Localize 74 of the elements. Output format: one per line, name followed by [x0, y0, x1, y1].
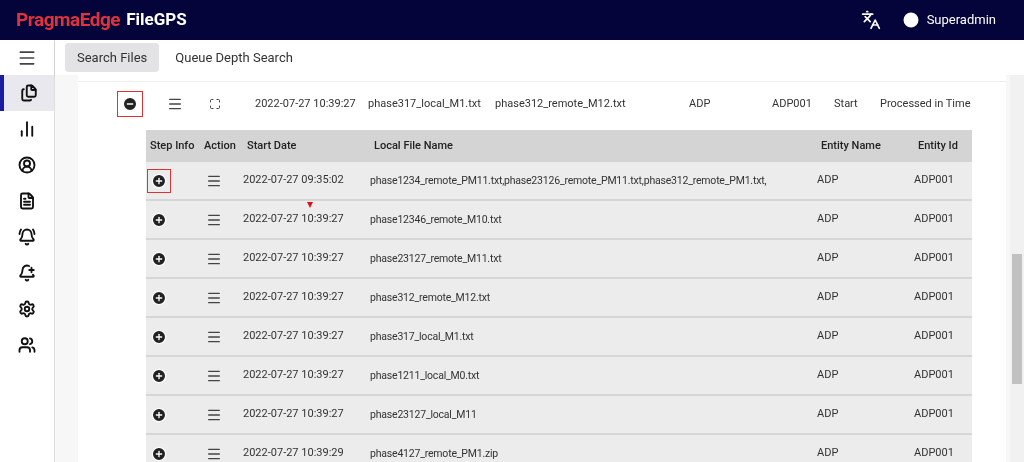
table-cell-text: phase317_local_M1.txt [368, 95, 482, 112]
table-cell-text: phase312_remote_M12.txt [495, 95, 627, 112]
column-header: Step Info [149, 137, 196, 154]
brand-logo: PragmaEdge [16, 6, 121, 33]
plus-circle-icon [151, 328, 167, 345]
bell-plus-icon [18, 264, 36, 282]
table-cell-text: phase312_remote_M12.txt [370, 289, 491, 306]
document-icon [18, 192, 36, 210]
table-cell-text: ADP001 [914, 289, 955, 306]
plus-circle-icon [151, 367, 167, 384]
table-cell-text: phase1234_remote_PM11.txt,phase23126_remote_PM11.txt,phase312_remote_PM1.txt, [370, 172, 768, 189]
table-cell-text: ADP001 [914, 211, 955, 228]
column-header: Action [203, 137, 237, 154]
table-cell: 2022-07-27 10:39:27 [243, 212, 344, 226]
files-icon [20, 84, 38, 102]
table-cell: 2022-07-27 10:39:27 [243, 329, 344, 343]
table-cell: 2022-07-27 10:39:27 [243, 368, 344, 382]
plus-circle-icon [151, 406, 167, 423]
plus-circle-icon [151, 172, 167, 189]
table-cell-text: ADP [817, 172, 840, 189]
table-cell-text: phase23127_local_M11 [370, 406, 478, 423]
tab[interactable]: Search Files [65, 43, 160, 72]
plus-circle-icon [151, 250, 167, 267]
table-cell-text: Start [834, 95, 859, 112]
translate-icon[interactable] [860, 10, 881, 30]
table-cell-text: ADP [689, 95, 712, 112]
expand-row-button[interactable] [147, 168, 171, 193]
table-cell-text: ADP001 [914, 250, 955, 267]
table-cell-text: ADP [817, 445, 840, 462]
plus-circle-icon [151, 445, 167, 462]
pointer-icon [307, 202, 313, 209]
table-cell-text: phase4127_remote_PM1.zip [370, 445, 499, 462]
table-cell-text: 2022-07-27 10:39:27 [255, 95, 357, 112]
expand-icon[interactable] [209, 98, 221, 110]
table-cell: 2022-07-27 10:39:27 [243, 251, 344, 265]
column-header: Start Date [246, 137, 298, 154]
plus-circle-icon [151, 211, 167, 228]
table-cell-text: ADP [817, 406, 840, 423]
table-cell-text: phase1211_local_M0.txt [370, 367, 481, 384]
table-cell-text: ADP [817, 289, 840, 306]
table-cell: 2022-07-27 10:39:27 [243, 290, 344, 304]
table-cell-text: ADP [817, 211, 840, 228]
settings-icon [18, 300, 36, 318]
collapse-button[interactable] [116, 91, 143, 117]
table-cell-text: ADP001 [914, 445, 955, 462]
product-name: FileGPS [126, 8, 187, 32]
table-cell-text: ADP [817, 328, 840, 345]
table-cell-text: phase23127_remote_M11.txt [370, 250, 503, 267]
table-cell-text: ADP [817, 367, 840, 384]
table-cell-text: Processed in Time [880, 95, 971, 112]
table-cell-text: phase317_local_M1.txt [370, 328, 475, 345]
scrollbar[interactable] [1010, 75, 1024, 462]
table-cell-text: ADP001 [914, 367, 955, 384]
plus-circle-icon [151, 289, 167, 306]
table-cell: 2022-07-27 09:35:02 [243, 173, 344, 187]
user-menu[interactable]: Superadmin [900, 10, 996, 30]
sidebar-item[interactable] [0, 75, 54, 111]
bar-chart-icon [18, 120, 36, 138]
table-cell: 2022-07-27 10:39:29 [243, 446, 344, 460]
minus-circle-icon [121, 96, 138, 112]
table-cell-text: ADP001 [772, 95, 813, 112]
tab[interactable]: Queue Depth Search [163, 43, 305, 72]
bell-icon [18, 228, 36, 246]
column-header: Entity Name [820, 137, 882, 154]
column-header: Local File Name [373, 137, 454, 154]
column-header: Entity Id [917, 137, 959, 154]
table-cell-text: ADP001 [914, 406, 955, 423]
table-cell-text: ADP001 [914, 172, 955, 189]
table-cell-text: ADP [817, 250, 840, 267]
table-cell-text: phase12346_remote_M10.txt [370, 211, 503, 228]
table-cell: 2022-07-27 10:39:27 [243, 407, 344, 421]
table-cell-text: ADP001 [914, 328, 955, 345]
people-icon [18, 336, 36, 354]
menu-icon[interactable] [167, 96, 183, 112]
